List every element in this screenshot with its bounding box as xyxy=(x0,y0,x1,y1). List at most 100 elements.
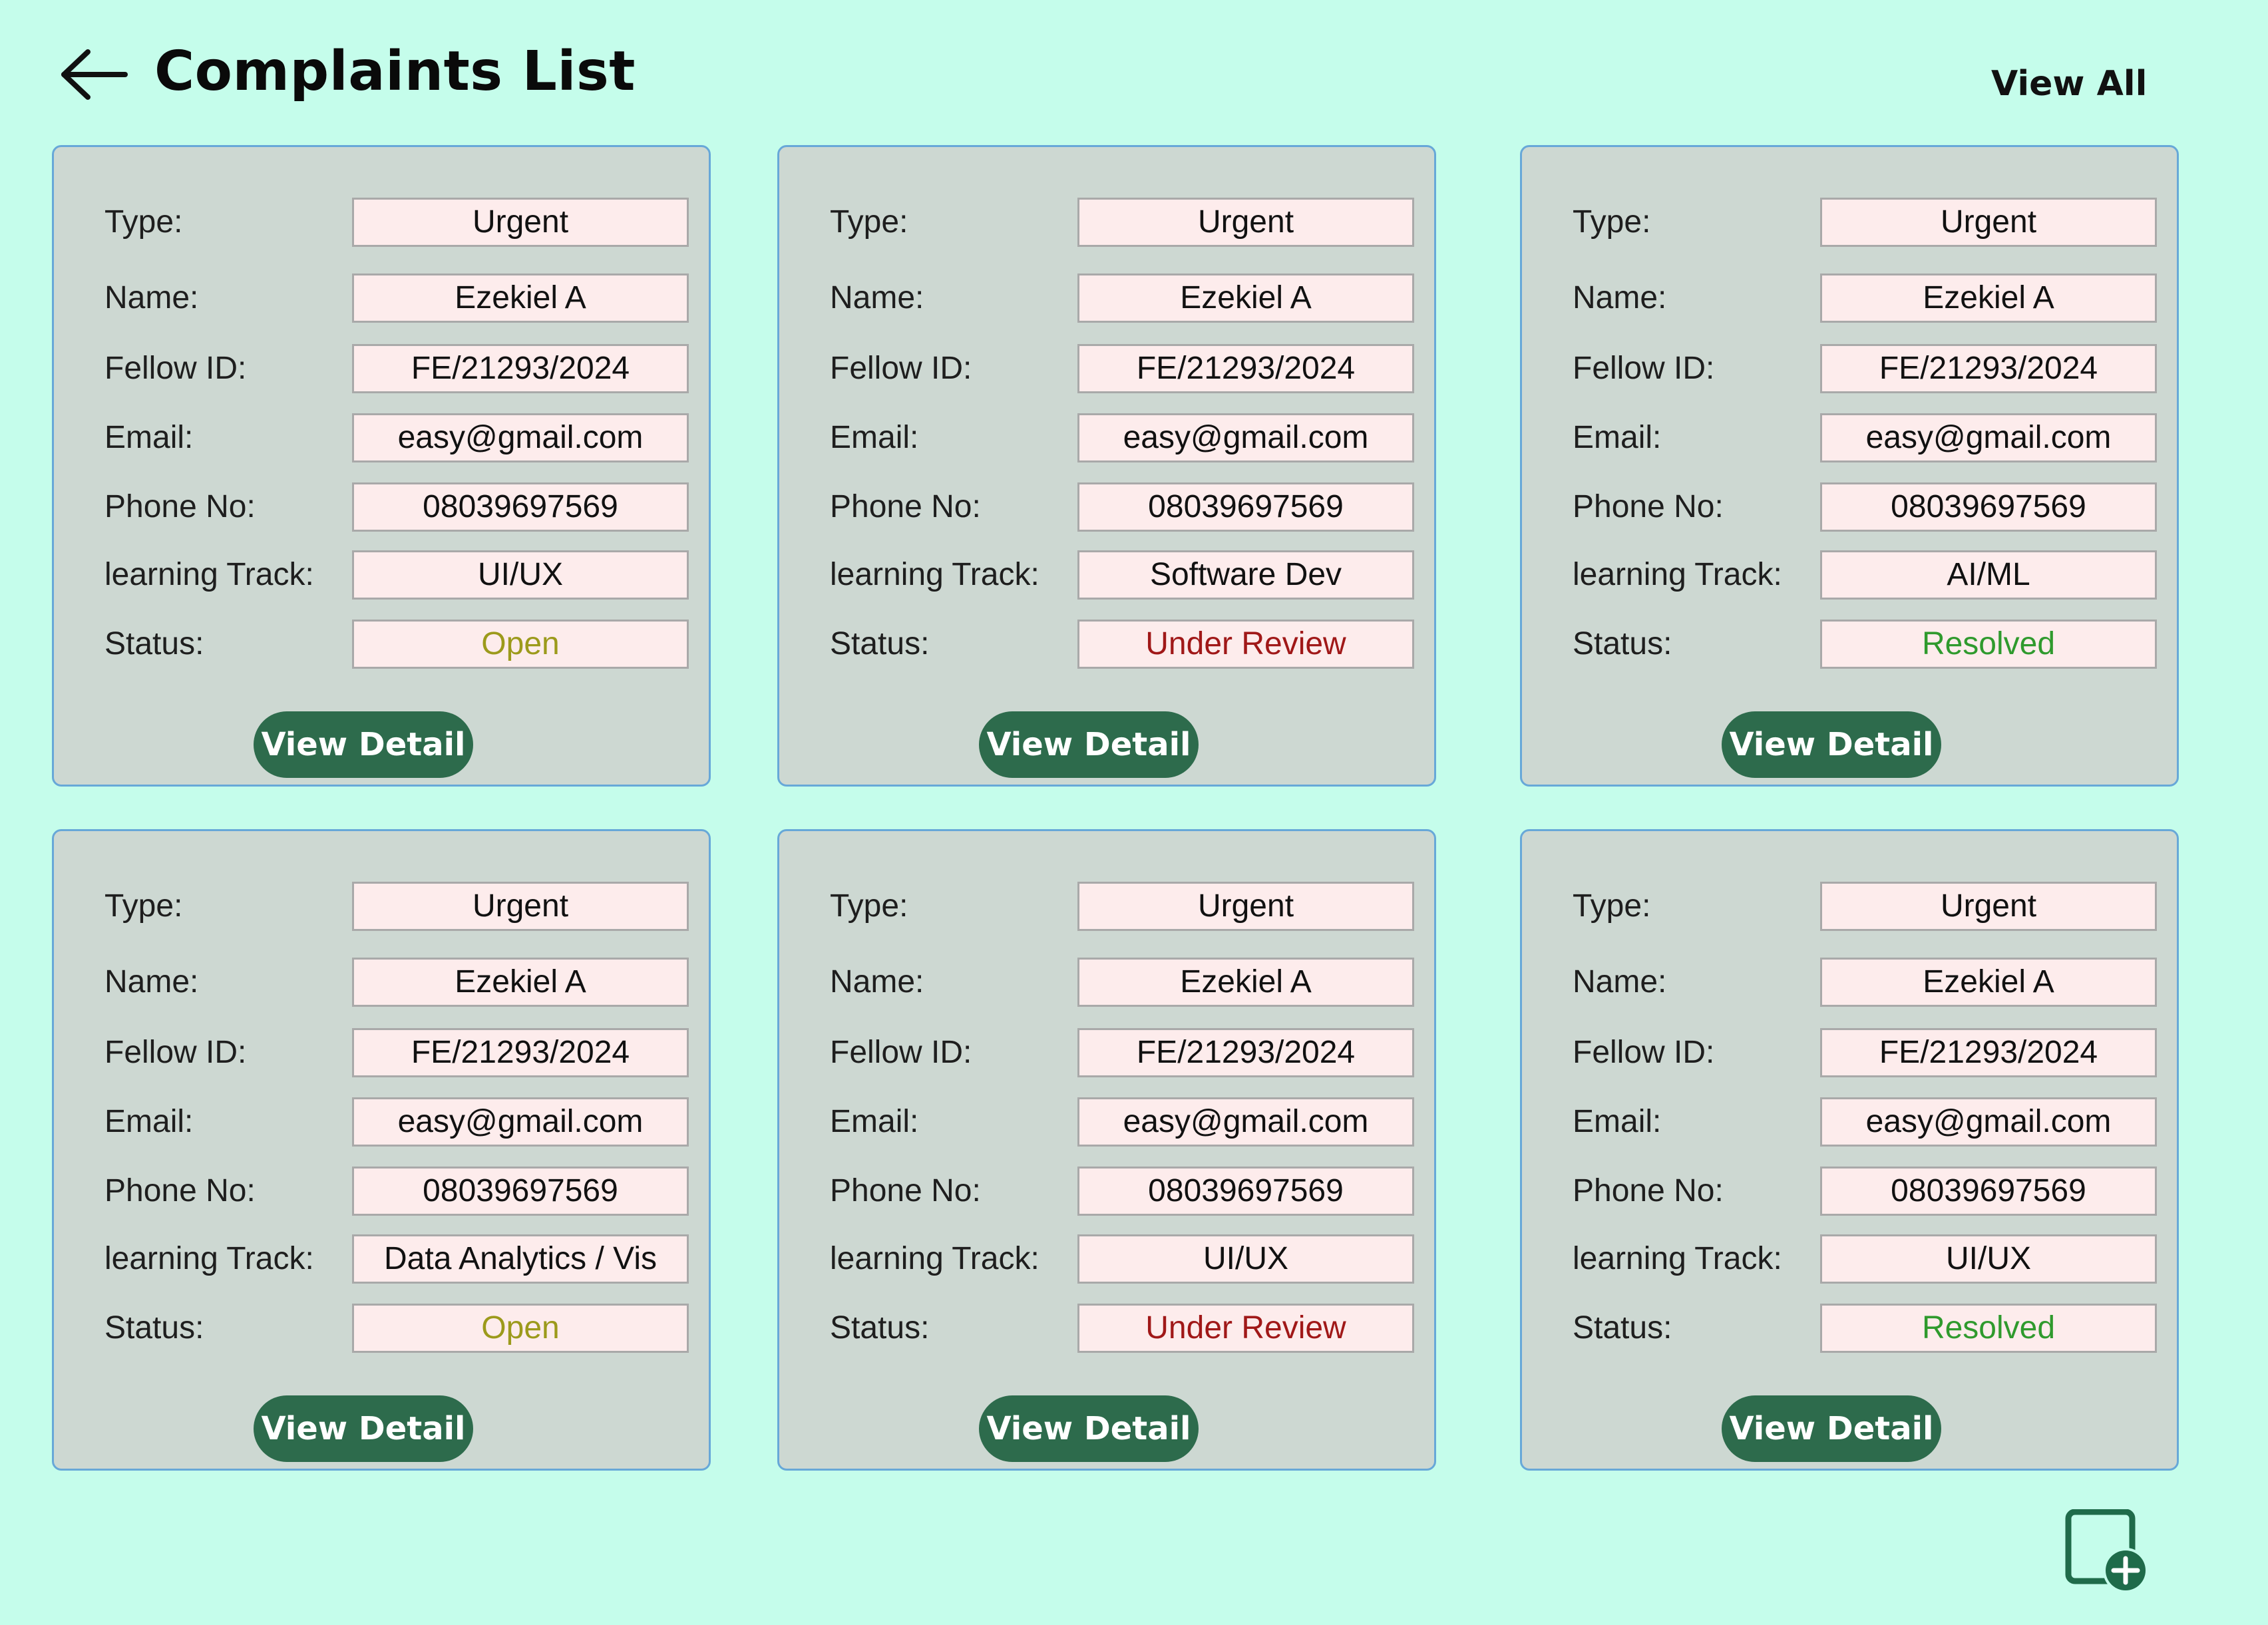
view-all-link[interactable]: View All xyxy=(1991,60,2147,108)
complaint-card: Type: Urgent Name: Ezekiel A Fellow ID: FE/21… xyxy=(777,145,1436,787)
status-label: Status: xyxy=(830,1310,930,1346)
phone-row: Phone No: 08039697569 xyxy=(779,1167,1434,1216)
email-row: Email: easy@gmail.com xyxy=(54,413,709,462)
type-label: Type: xyxy=(1573,888,1651,924)
status-row: Status: Open xyxy=(54,1304,709,1353)
learning-track-row: learning Track: Data Analytics / Vis xyxy=(54,1234,709,1284)
learning-track-row: learning Track: UI/UX xyxy=(1522,1234,2177,1284)
type-label: Type: xyxy=(830,204,908,240)
type-row: Type: Urgent xyxy=(779,198,1434,247)
name-label: Name: xyxy=(104,280,199,315)
fellow-id-label: Fellow ID: xyxy=(104,1035,247,1070)
email-label: Email: xyxy=(1573,420,1662,455)
type-value: Urgent xyxy=(1820,198,2157,247)
fellow-id-label: Fellow ID: xyxy=(830,351,972,386)
email-label: Email: xyxy=(104,420,194,455)
learning-track-value: AI/ML xyxy=(1820,550,2157,600)
type-row: Type: Urgent xyxy=(779,882,1434,931)
name-row: Name: Ezekiel A xyxy=(1522,273,2177,323)
add-complaint-icon[interactable] xyxy=(2063,1509,2151,1597)
phone-label: Phone No: xyxy=(104,489,256,524)
email-value: easy@gmail.com xyxy=(1077,1097,1414,1147)
complaint-card: Type: Urgent Name: Ezekiel A Fellow ID: FE/21… xyxy=(52,145,711,787)
fellow-id-value: FE/21293/2024 xyxy=(352,1028,689,1077)
fellow-id-label: Fellow ID: xyxy=(1573,351,1715,386)
email-row: Email: easy@gmail.com xyxy=(1522,413,2177,462)
fellow-id-row: Fellow ID: FE/21293/2024 xyxy=(54,1028,709,1077)
email-label: Email: xyxy=(830,1104,919,1139)
name-label: Name: xyxy=(830,964,924,999)
email-label: Email: xyxy=(1573,1104,1662,1139)
status-badge: Under Review xyxy=(1077,1304,1414,1353)
email-value: easy@gmail.com xyxy=(1820,1097,2157,1147)
type-value: Urgent xyxy=(1077,198,1414,247)
type-row: Type: Urgent xyxy=(54,882,709,931)
phone-value: 08039697569 xyxy=(1077,1167,1414,1216)
type-label: Type: xyxy=(830,888,908,924)
email-value: easy@gmail.com xyxy=(1077,413,1414,462)
phone-label: Phone No: xyxy=(1573,1173,1724,1208)
phone-label: Phone No: xyxy=(1573,489,1724,524)
name-row: Name: Ezekiel A xyxy=(54,958,709,1007)
learning-track-value: Data Analytics / Vis xyxy=(352,1234,689,1284)
status-label: Status: xyxy=(104,626,204,661)
complaint-card: Type: Urgent Name: Ezekiel A Fellow ID: FE/21… xyxy=(52,829,711,1471)
learning-track-label: learning Track: xyxy=(104,557,314,592)
name-value: Ezekiel A xyxy=(352,958,689,1007)
name-value: Ezekiel A xyxy=(1077,273,1414,323)
fellow-id-row: Fellow ID: FE/21293/2024 xyxy=(1522,344,2177,393)
type-row: Type: Urgent xyxy=(1522,882,2177,931)
learning-track-label: learning Track: xyxy=(830,1241,1040,1276)
view-detail-button[interactable]: View Detail xyxy=(1722,711,1941,778)
status-label: Status: xyxy=(1573,626,1672,661)
status-badge: Open xyxy=(352,620,689,669)
name-value: Ezekiel A xyxy=(1820,273,2157,323)
fellow-id-row: Fellow ID: FE/21293/2024 xyxy=(54,344,709,393)
type-row: Type: Urgent xyxy=(54,198,709,247)
fellow-id-label: Fellow ID: xyxy=(830,1035,972,1070)
learning-track-value: UI/UX xyxy=(352,550,689,600)
learning-track-label: learning Track: xyxy=(1573,557,1782,592)
page-title: Complaints List xyxy=(154,40,636,103)
phone-value: 08039697569 xyxy=(352,1167,689,1216)
fellow-id-value: FE/21293/2024 xyxy=(352,344,689,393)
learning-track-row: learning Track: UI/UX xyxy=(54,550,709,600)
email-label: Email: xyxy=(830,420,919,455)
status-row: Status: Open xyxy=(54,620,709,669)
complaint-card: Type: Urgent Name: Ezekiel A Fellow ID: FE/21… xyxy=(777,829,1436,1471)
type-value: Urgent xyxy=(352,198,689,247)
phone-row: Phone No: 08039697569 xyxy=(779,482,1434,532)
status-badge: Resolved xyxy=(1820,620,2157,669)
type-label: Type: xyxy=(104,888,183,924)
email-value: easy@gmail.com xyxy=(352,1097,689,1147)
learning-track-row: learning Track: Software Dev xyxy=(779,550,1434,600)
fellow-id-row: Fellow ID: FE/21293/2024 xyxy=(779,344,1434,393)
phone-label: Phone No: xyxy=(830,489,981,524)
phone-label: Phone No: xyxy=(830,1173,981,1208)
name-label: Name: xyxy=(1573,964,1667,999)
status-label: Status: xyxy=(830,626,930,661)
name-row: Name: Ezekiel A xyxy=(779,958,1434,1007)
learning-track-label: learning Track: xyxy=(104,1241,314,1276)
view-detail-button[interactable]: View Detail xyxy=(979,711,1199,778)
view-detail-button[interactable]: View Detail xyxy=(1722,1395,1941,1462)
name-value: Ezekiel A xyxy=(1077,958,1414,1007)
view-detail-button[interactable]: View Detail xyxy=(254,1395,473,1462)
fellow-id-value: FE/21293/2024 xyxy=(1077,1028,1414,1077)
phone-row: Phone No: 08039697569 xyxy=(1522,1167,2177,1216)
view-detail-button[interactable]: View Detail xyxy=(979,1395,1199,1462)
learning-track-row: learning Track: AI/ML xyxy=(1522,550,2177,600)
learning-track-value: Software Dev xyxy=(1077,550,1414,600)
type-label: Type: xyxy=(1573,204,1651,240)
back-arrow-icon[interactable] xyxy=(59,48,130,101)
status-label: Status: xyxy=(1573,1310,1672,1346)
learning-track-label: learning Track: xyxy=(1573,1241,1782,1276)
email-value: easy@gmail.com xyxy=(352,413,689,462)
phone-row: Phone No: 08039697569 xyxy=(54,482,709,532)
view-detail-button[interactable]: View Detail xyxy=(254,711,473,778)
status-badge: Resolved xyxy=(1820,1304,2157,1353)
status-row: Status: Under Review xyxy=(779,620,1434,669)
type-row: Type: Urgent xyxy=(1522,198,2177,247)
fellow-id-label: Fellow ID: xyxy=(104,351,247,386)
status-row: Status: Under Review xyxy=(779,1304,1434,1353)
